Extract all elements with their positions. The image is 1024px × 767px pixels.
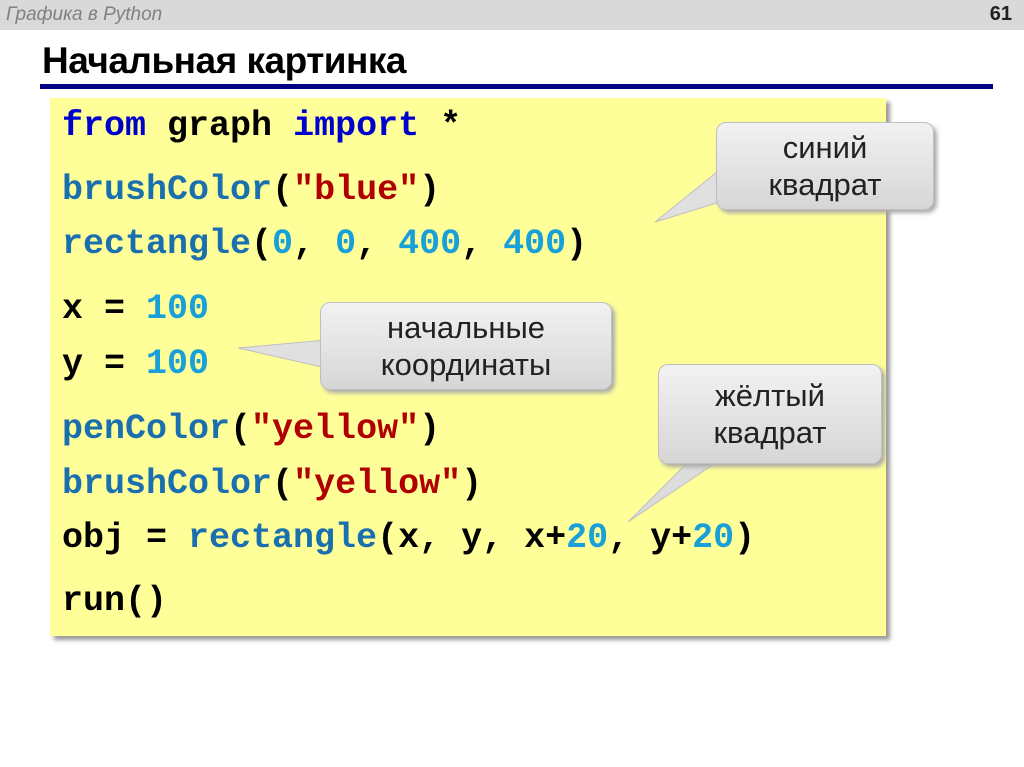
pointer-yellow xyxy=(627,459,722,523)
callout-initial-coords: начальные координаты xyxy=(320,302,612,390)
callout-yellow-square: жёлтый квадрат xyxy=(658,364,882,464)
callout-text: жёлтый квадрат xyxy=(713,378,827,450)
callout-blue-square: синий квадрат xyxy=(716,122,934,210)
pointer-coords xyxy=(237,339,327,369)
callout-text: синий квадрат xyxy=(768,130,882,202)
callout-text: начальные координаты xyxy=(380,310,552,382)
